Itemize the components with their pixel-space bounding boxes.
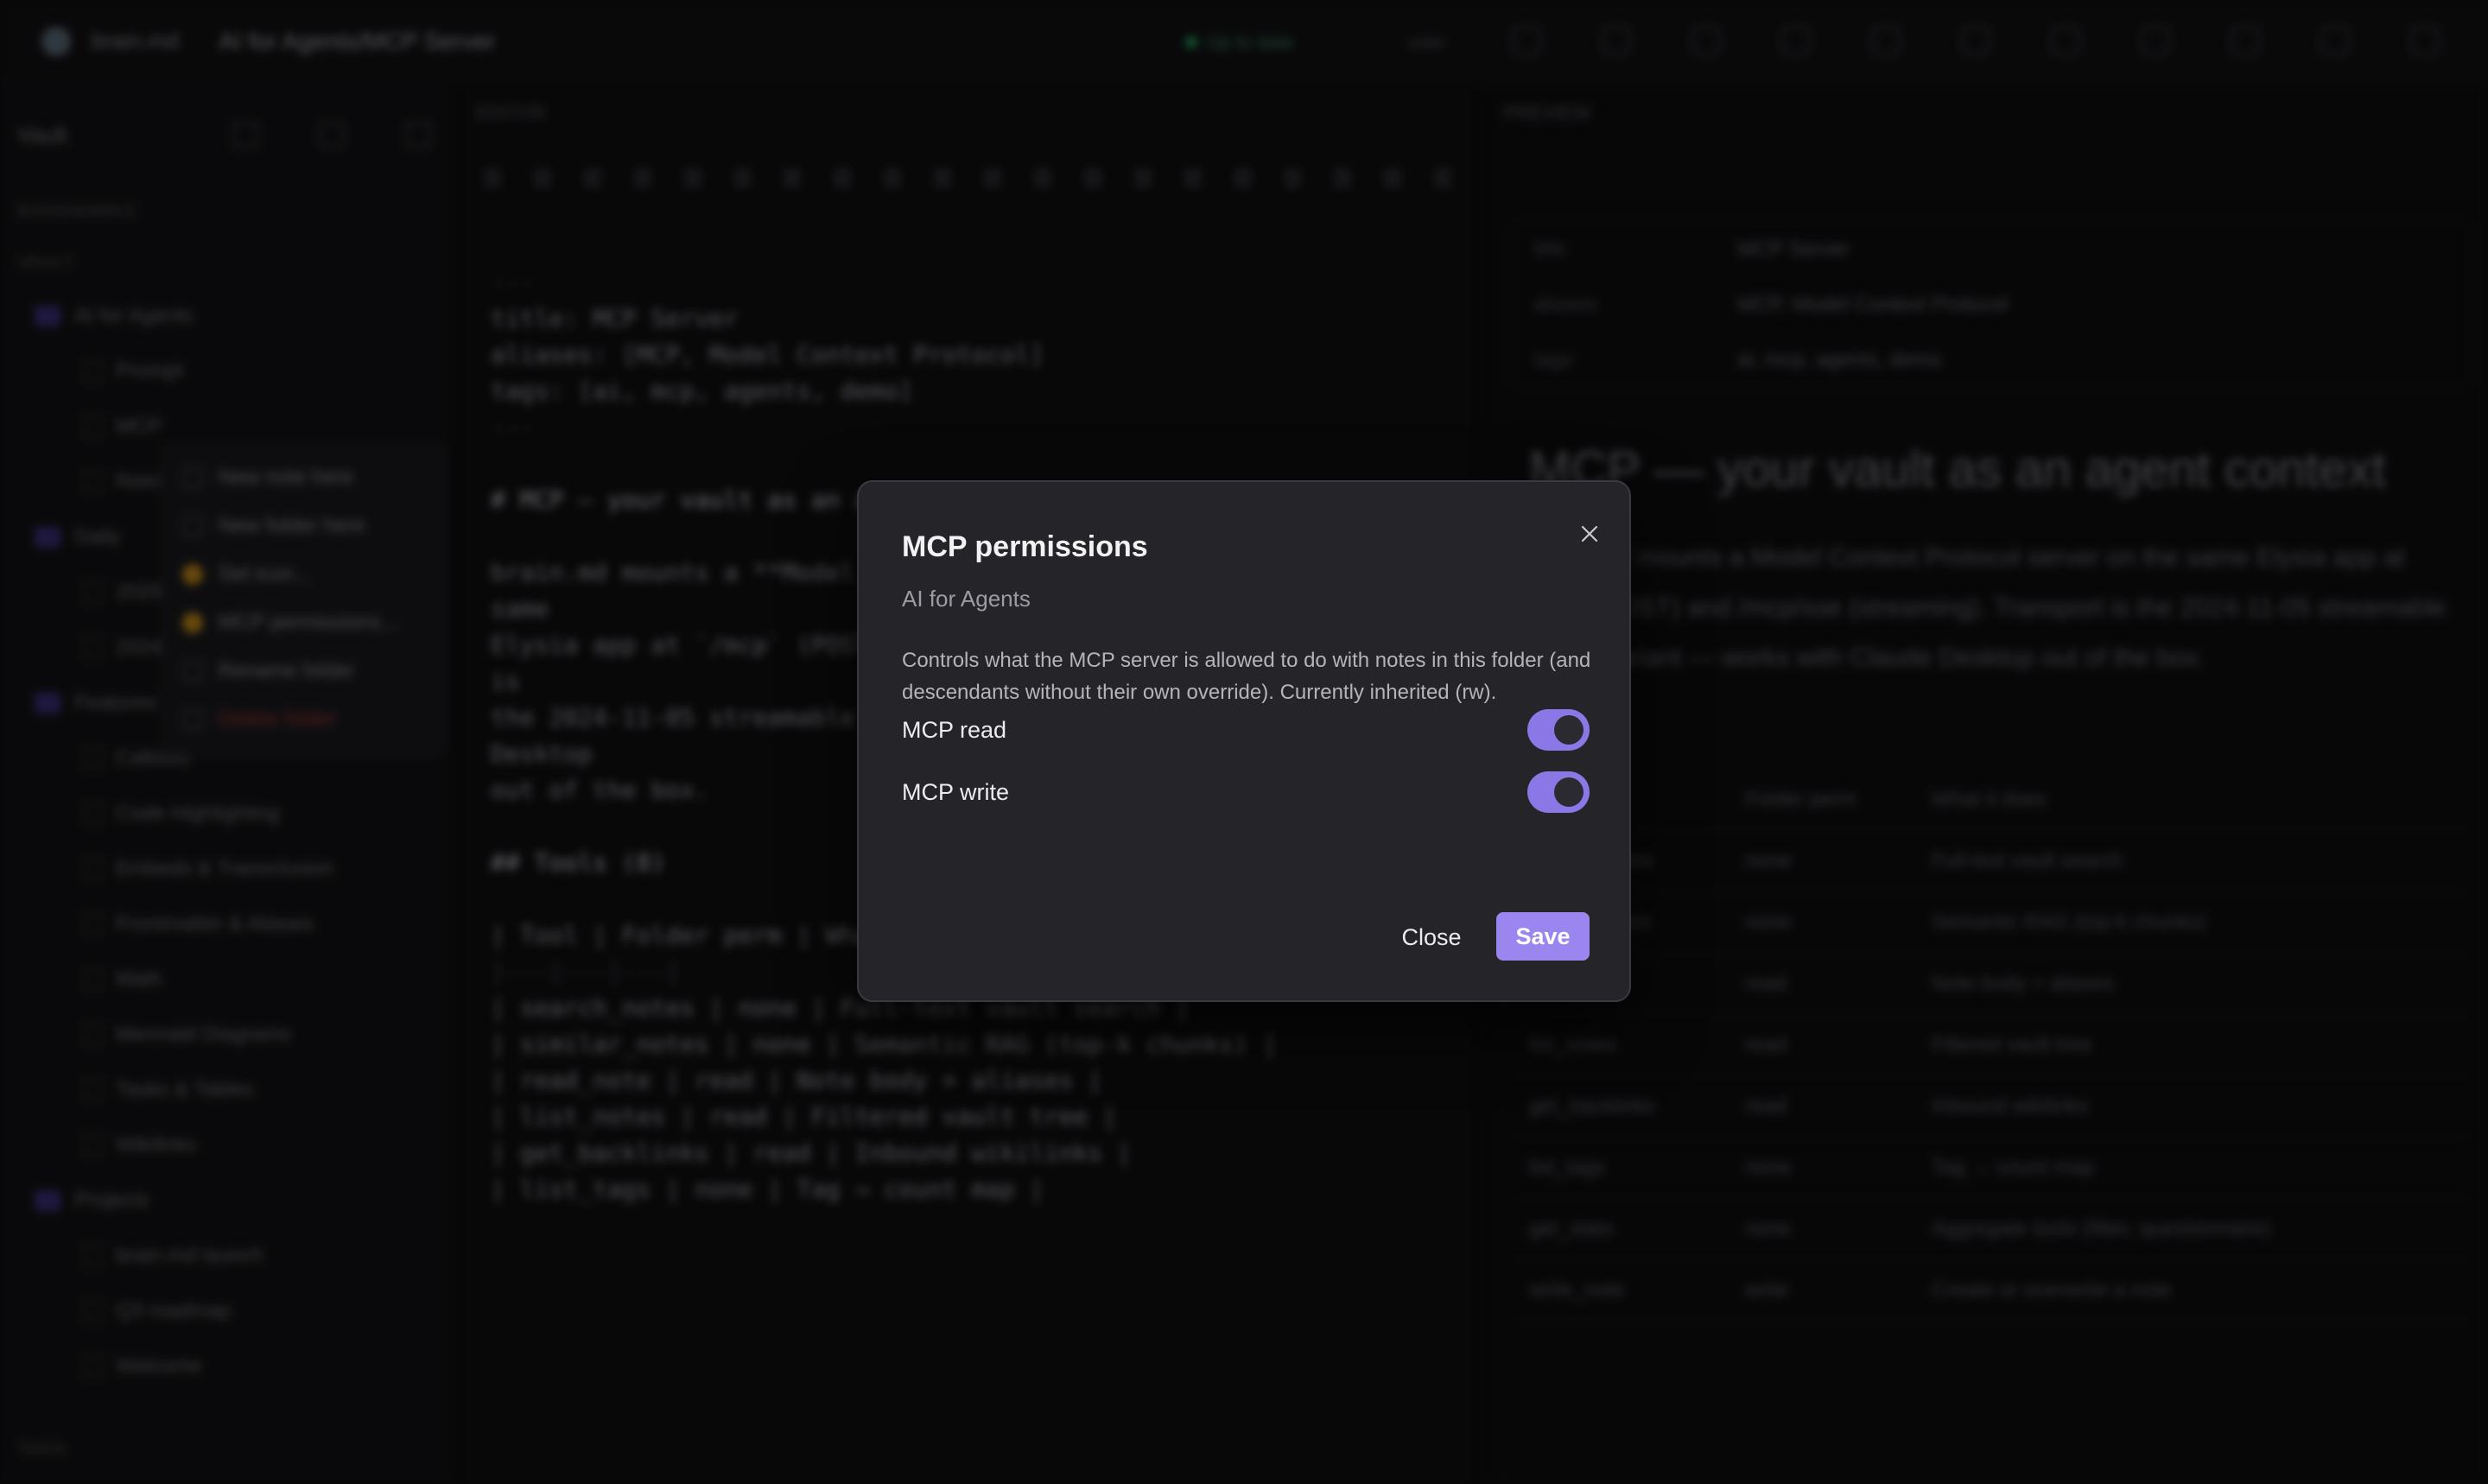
close-icon[interactable] [1572, 517, 1607, 551]
mcp-read-row: MCP read [902, 708, 1590, 752]
save-button[interactable]: Save [1496, 912, 1590, 961]
dialog-title: MCP permissions [902, 530, 1148, 563]
mcp-write-row: MCP write [902, 771, 1590, 814]
mcp-read-toggle[interactable] [1527, 709, 1590, 751]
toggle-knob [1554, 777, 1584, 807]
folder-name: AI for Agents [902, 586, 1031, 612]
dialog-description: Controls what the MCP server is allowed … [902, 649, 1591, 704]
toggle-knob [1554, 715, 1584, 745]
mcp-read-label: MCP read [902, 716, 1007, 743]
mcp-write-toggle[interactable] [1527, 771, 1590, 813]
mcp-write-label: MCP write [902, 778, 1010, 805]
mcp-permissions-dialog: MCP permissions AI for Agents Controls w… [857, 480, 1631, 1002]
close-button[interactable]: Close [1393, 914, 1470, 961]
